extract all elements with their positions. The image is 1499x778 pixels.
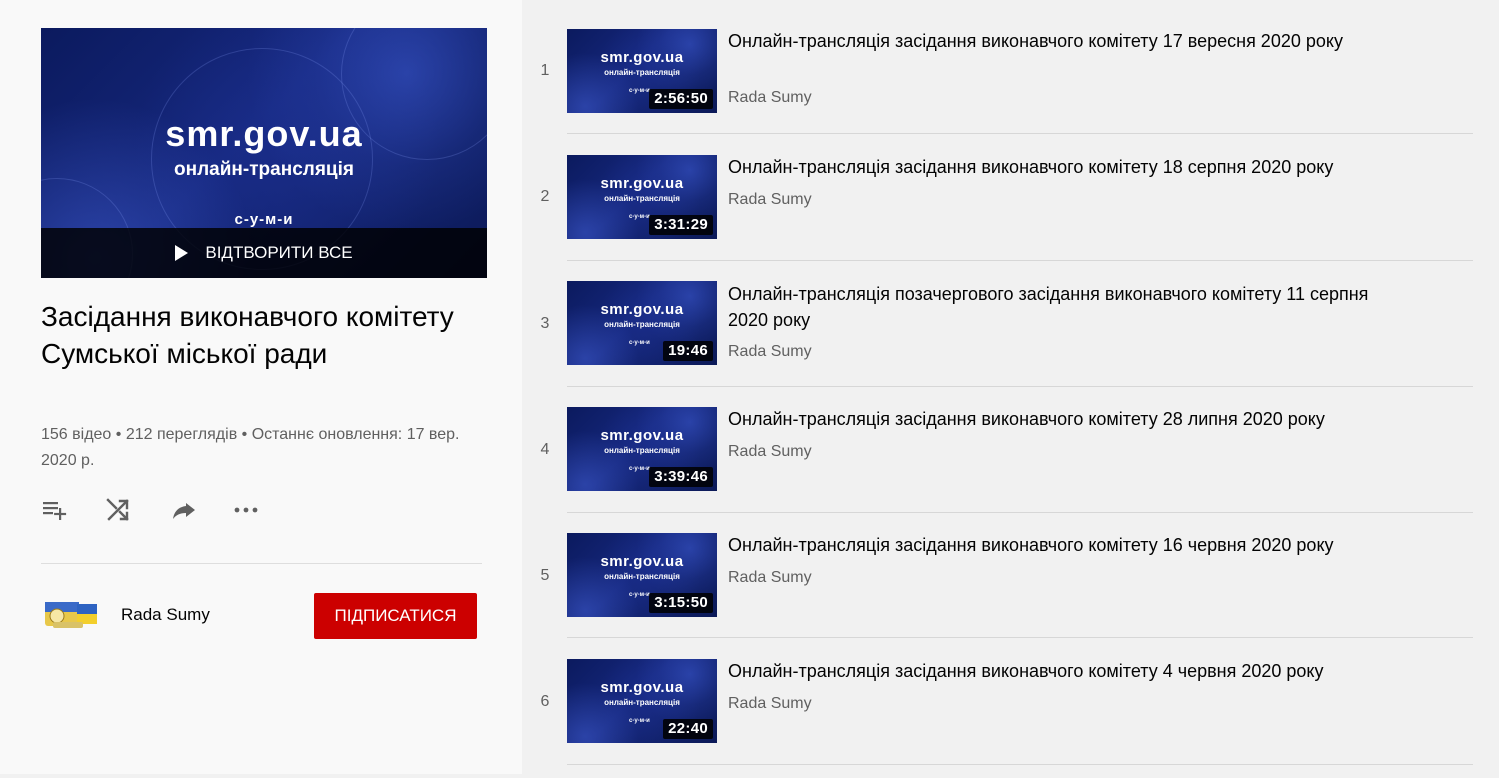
video-duration: 3:31:29 <box>649 215 713 235</box>
video-duration: 3:15:50 <box>649 593 713 613</box>
divider <box>567 512 1473 513</box>
video-index: 6 <box>540 693 550 710</box>
divider <box>567 637 1473 638</box>
video-channel[interactable]: Rada Sumy <box>728 89 812 107</box>
thumbnail-logo-text: smr.gov.ua <box>600 679 684 696</box>
divider <box>567 133 1473 134</box>
video-thumbnail[interactable]: smr.gov.ua онлайн-трансляція с-у-м-и 3:3… <box>567 155 717 239</box>
divider <box>567 764 1473 765</box>
thumbnail-city-mark: с-у-м-и <box>234 211 294 228</box>
thumbnail-subtitle: онлайн-трансляція <box>604 572 680 581</box>
thumbnail-subtitle: онлайн-трансляція <box>604 446 680 455</box>
video-duration: 3:39:46 <box>649 467 713 487</box>
video-thumbnail[interactable]: smr.gov.ua онлайн-трансляція с-у-м-и 19:… <box>567 281 717 365</box>
video-index: 3 <box>540 315 550 332</box>
video-title[interactable]: Онлайн-трансляція засідання виконавчого … <box>728 28 1408 54</box>
playlist-hero-thumbnail[interactable]: smr.gov.ua онлайн-трансляція с-у-м-и ВІД… <box>41 28 487 278</box>
divider <box>41 563 482 564</box>
divider <box>567 260 1473 261</box>
video-thumbnail[interactable]: smr.gov.ua онлайн-трансляція с-у-м-и 3:3… <box>567 407 717 491</box>
video-channel[interactable]: Rada Sumy <box>728 443 812 461</box>
thumbnail-logo-text: smr.gov.ua <box>600 553 684 570</box>
thumbnail-logo-text: smr.gov.ua <box>600 49 684 66</box>
video-title[interactable]: Онлайн-трансляція засідання виконавчого … <box>728 406 1428 432</box>
thumbnail-city-mark: с-у-м-и <box>629 466 650 472</box>
playlist-video-item[interactable]: 6 smr.gov.ua онлайн-трансляція с-у-м-и 2… <box>522 652 1499 778</box>
channel-avatar[interactable] <box>41 594 101 634</box>
video-channel[interactable]: Rada Sumy <box>728 569 812 587</box>
thumbnail-subtitle: онлайн-трансляція <box>604 320 680 329</box>
share-icon[interactable] <box>169 495 199 525</box>
subscribe-button[interactable]: ПІДПИСАТИСЯ <box>314 593 477 639</box>
video-duration: 2:56:50 <box>649 89 713 109</box>
thumbnail-city-mark: с-у-м-и <box>629 592 650 598</box>
video-thumbnail[interactable]: smr.gov.ua онлайн-трансляція с-у-м-и 2:5… <box>567 29 717 113</box>
video-index: 2 <box>540 188 550 205</box>
video-channel[interactable]: Rada Sumy <box>728 343 812 361</box>
play-all-label: ВІДТВОРИТИ ВСЕ <box>205 243 353 262</box>
playlist-sidebar: smr.gov.ua онлайн-трансляція с-у-м-и ВІД… <box>0 0 522 774</box>
video-title[interactable]: Онлайн-трансляція позачергового засіданн… <box>728 281 1408 333</box>
video-index: 4 <box>540 441 550 458</box>
thumbnail-subtitle: онлайн-трансляція <box>174 159 354 180</box>
thumbnail-logo-text: smr.gov.ua <box>600 427 684 444</box>
thumbnail-city-mark: с-у-м-и <box>629 718 650 724</box>
more-icon[interactable] <box>231 495 261 525</box>
playlist-stats: 156 відео • 212 переглядів • Останнє оно… <box>41 426 460 469</box>
video-duration: 22:40 <box>663 719 713 739</box>
add-to-queue-icon[interactable] <box>41 495 71 525</box>
playlist-title: Засідання виконавчого комітету Сумської … <box>41 301 454 369</box>
video-title[interactable]: Онлайн-трансляція засідання виконавчого … <box>728 532 1428 558</box>
video-index: 1 <box>540 62 550 79</box>
thumbnail-city-mark: с-у-м-и <box>629 214 650 220</box>
video-channel[interactable]: Rada Sumy <box>728 695 812 713</box>
video-title[interactable]: Онлайн-трансляція засідання виконавчого … <box>728 154 1428 180</box>
video-title[interactable]: Онлайн-трансляція засідання виконавчого … <box>728 658 1428 684</box>
video-index: 5 <box>540 567 550 584</box>
thumbnail-subtitle: онлайн-трансляція <box>604 68 680 77</box>
thumbnail-logo-text: smr.gov.ua <box>165 113 363 154</box>
video-duration: 19:46 <box>663 341 713 361</box>
channel-name[interactable]: Rada Sumy <box>121 605 210 625</box>
thumbnail-logo-text: smr.gov.ua <box>600 301 684 318</box>
thumbnail-city-mark: с-у-м-и <box>629 88 650 94</box>
playlist-video-item[interactable]: 2 smr.gov.ua онлайн-трансляція с-у-м-и 3… <box>522 148 1499 274</box>
playlist-video-item[interactable]: 4 smr.gov.ua онлайн-трансляція с-у-м-и 3… <box>522 400 1499 526</box>
shuffle-icon[interactable] <box>103 495 133 525</box>
play-all-button[interactable]: ВІДТВОРИТИ ВСЕ <box>41 228 487 278</box>
video-thumbnail[interactable]: smr.gov.ua онлайн-трансляція с-у-м-и 3:1… <box>567 533 717 617</box>
video-thumbnail[interactable]: smr.gov.ua онлайн-трансляція с-у-м-и 22:… <box>567 659 717 743</box>
playlist-video-item[interactable]: 3 smr.gov.ua онлайн-трансляція с-у-м-и 1… <box>522 274 1499 400</box>
playlist-video-list: 1 smr.gov.ua онлайн-трансляція с-у-м-и 2… <box>522 0 1499 774</box>
play-icon <box>175 245 189 261</box>
playlist-video-item[interactable]: 5 smr.gov.ua онлайн-трансляція с-у-м-и 3… <box>522 526 1499 652</box>
thumbnail-subtitle: онлайн-трансляція <box>604 194 680 203</box>
thumbnail-logo-text: smr.gov.ua <box>600 175 684 192</box>
thumbnail-city-mark: с-у-м-и <box>629 340 650 346</box>
playlist-video-item[interactable]: 1 smr.gov.ua онлайн-трансляція с-у-м-и 2… <box>522 22 1499 148</box>
divider <box>567 386 1473 387</box>
thumbnail-subtitle: онлайн-трансляція <box>604 698 680 707</box>
video-channel[interactable]: Rada Sumy <box>728 191 812 209</box>
